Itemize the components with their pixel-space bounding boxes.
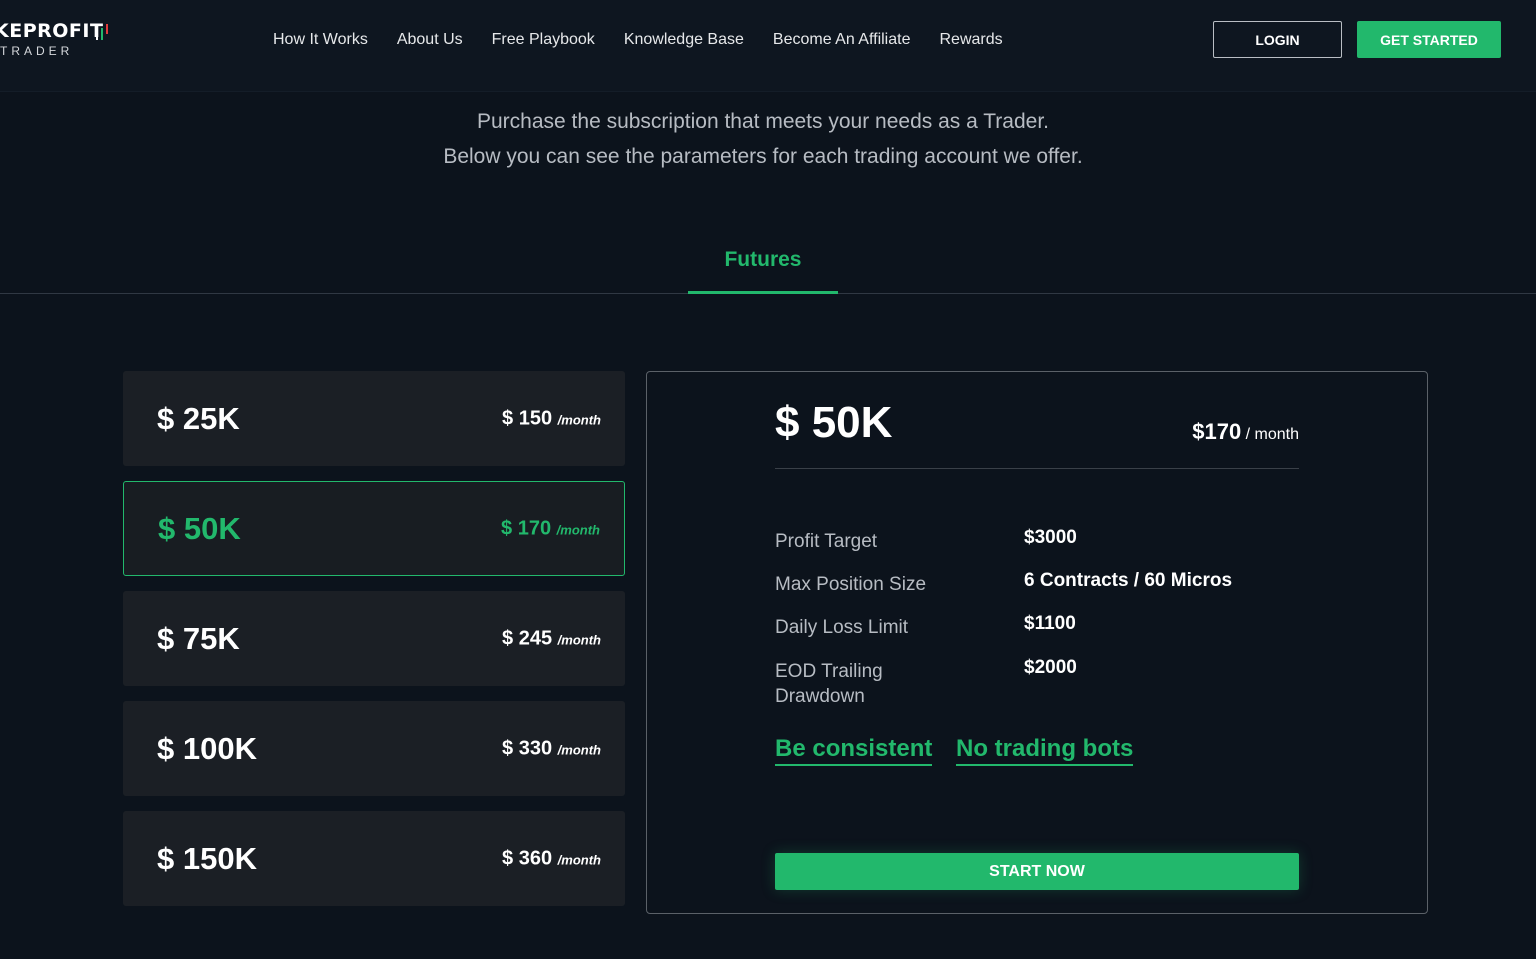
plan-card-75k[interactable]: $ 75K $ 245 /month: [123, 591, 625, 686]
nav-about-us[interactable]: About Us: [397, 31, 463, 49]
get-started-button[interactable]: GET STARTED: [1357, 21, 1501, 58]
param-value-daily-loss: $1100: [1024, 613, 1076, 634]
tab-active-indicator: [688, 291, 838, 294]
param-label-max-position: Max Position Size: [775, 574, 927, 595]
plan-size: $ 150K: [157, 840, 257, 876]
logo-bars-icon: [96, 24, 108, 40]
param-label-profit-target: Profit Target: [775, 531, 878, 552]
plan-price-amount: $ 330: [502, 737, 553, 759]
plan-price: $ 150 /month: [502, 407, 601, 430]
plan-price-amount: $ 150: [502, 407, 553, 429]
detail-price-amount: $170: [1192, 419, 1242, 444]
logo[interactable]: KEPROFIT TRADER: [0, 20, 120, 60]
plan-price: $ 360 /month: [502, 847, 601, 870]
logo-wordmark: KEPROFIT: [0, 20, 104, 42]
plan-price: $ 245 /month: [502, 627, 601, 650]
nav-free-playbook[interactable]: Free Playbook: [492, 31, 595, 49]
plan-price-period: /month: [557, 852, 601, 867]
plan-size: $ 75K: [157, 620, 240, 656]
param-label-daily-loss: Daily Loss Limit: [775, 617, 909, 638]
plan-price-amount: $ 245: [502, 627, 553, 649]
site-header: KEPROFIT TRADER How It Works About Us Fr…: [0, 0, 1536, 92]
plan-price-period: /month: [557, 412, 601, 427]
plan-size: $ 100K: [157, 730, 257, 766]
plan-price-period: /month: [557, 742, 601, 757]
plan-price-amount: $ 170: [501, 517, 552, 539]
nav-rewards[interactable]: Rewards: [939, 31, 1002, 49]
intro-text: Purchase the subscription that meets you…: [0, 104, 1526, 174]
plan-card-100k[interactable]: $ 100K $ 330 /month: [123, 701, 625, 796]
login-button[interactable]: LOGIN: [1213, 21, 1342, 58]
intro-line-2: Below you can see the parameters for eac…: [443, 145, 1083, 168]
tab-futures[interactable]: Futures: [688, 248, 838, 294]
plan-price: $ 170 /month: [501, 517, 600, 540]
nav-become-affiliate[interactable]: Become An Affiliate: [773, 31, 911, 49]
start-now-button[interactable]: START NOW: [775, 853, 1299, 890]
detail-price: $170 / month: [1192, 419, 1299, 445]
main-nav: How It Works About Us Free Playbook Know…: [273, 31, 1003, 49]
rule-be-consistent-link[interactable]: Be consistent: [775, 735, 933, 766]
plan-card-150k[interactable]: $ 150K $ 360 /month: [123, 811, 625, 906]
plan-price-amount: $ 360: [502, 847, 553, 869]
plan-price-period: /month: [556, 522, 600, 537]
pricing-page: KEPROFIT TRADER How It Works About Us Fr…: [0, 0, 1536, 959]
detail-price-period: / month: [1245, 426, 1299, 443]
plan-size: $ 25K: [157, 400, 240, 436]
plan-card-50k[interactable]: $ 50K $ 170 /month: [123, 481, 625, 576]
nav-knowledge-base[interactable]: Knowledge Base: [624, 31, 744, 49]
param-value-eod-drawdown: $2000: [1024, 657, 1077, 678]
param-value-max-position: 6 Contracts / 60 Micros: [1024, 570, 1233, 591]
detail-divider: [775, 468, 1299, 469]
plan-price-period: /month: [557, 632, 601, 647]
logo-subtitle: TRADER: [0, 44, 74, 58]
plan-price: $ 330 /month: [502, 737, 601, 760]
intro-line-1: Purchase the subscription that meets you…: [477, 110, 1049, 133]
plan-card-25k[interactable]: $ 25K $ 150 /month: [123, 371, 625, 466]
rule-no-trading-bots-link[interactable]: No trading bots: [956, 735, 1134, 766]
param-label-eod-drawdown: EOD Trailing Drawdown: [775, 661, 883, 707]
plan-detail-panel: $ 50K $170 / month Profit Target $3000 M…: [646, 371, 1428, 914]
param-value-profit-target: $3000: [1024, 527, 1077, 548]
detail-account-size: $ 50K: [775, 398, 893, 447]
nav-how-it-works[interactable]: How It Works: [273, 31, 368, 49]
plan-size: $ 50K: [158, 510, 241, 546]
